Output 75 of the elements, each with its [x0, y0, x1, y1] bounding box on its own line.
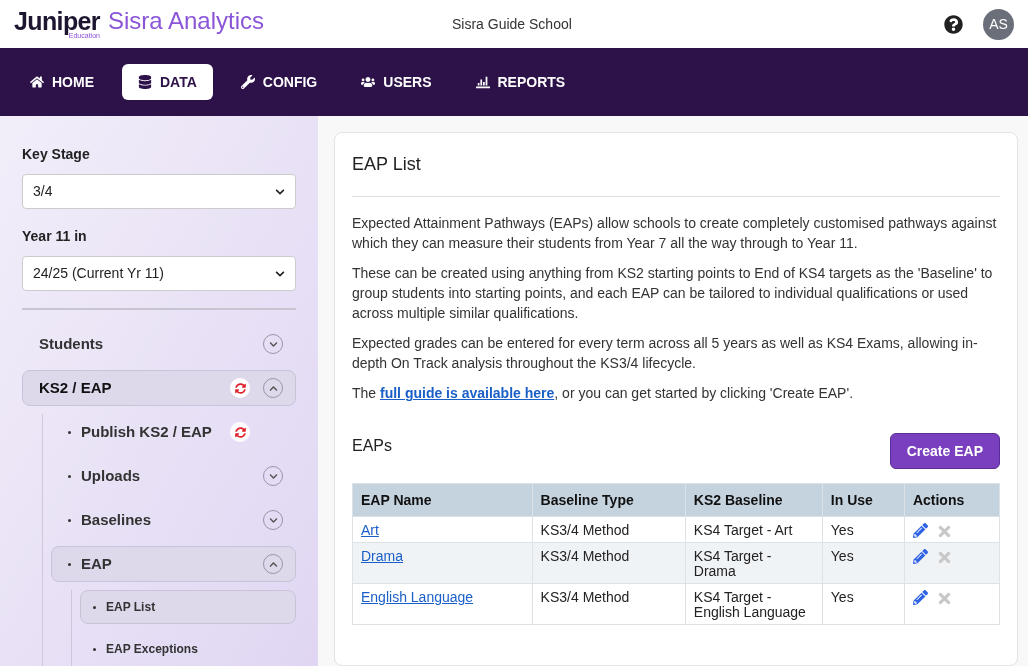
- table-cell: KS3/4 Method: [532, 516, 686, 543]
- section-title: EAPs: [352, 436, 392, 456]
- home-icon: [30, 75, 44, 89]
- eap-name-link[interactable]: English Language: [352, 583, 533, 625]
- sidebar-item-label: Uploads: [81, 465, 141, 486]
- column-header: EAP Name: [352, 483, 533, 517]
- edit-icon[interactable]: [912, 590, 928, 605]
- filter-label: Key Stage: [22, 145, 91, 164]
- bullet-icon: [93, 647, 96, 651]
- sidebar-item[interactable]: EAP List: [80, 590, 296, 624]
- table-cell: Yes: [822, 542, 905, 584]
- filter-select[interactable]: 3/4: [22, 174, 296, 209]
- dropdown-caret-icon: [275, 268, 285, 279]
- sidebar-item[interactable]: EAP Exceptions: [80, 632, 296, 666]
- eap-name-link[interactable]: Drama: [352, 542, 533, 584]
- paragraph: These can be created using anything from KS2 starting points to End of KS4 targets as the 'Baseline' to group students into starting points, and each EAP can be tailored to individual qualifications or used across multiple similar qualifications.: [352, 264, 994, 323]
- paragraph: Expected grades can be entered for every term across all 5 years as well as KS4 Exams, allowing in-depth On Track analysis throughout the KS3/4 lifecycle.: [352, 334, 979, 373]
- bullet-icon: [68, 518, 71, 522]
- help-icon[interactable]: [944, 14, 963, 34]
- paragraph: The full guide is available here, or you can get started by clicking 'Create EAP'.: [352, 384, 855, 403]
- page-title: EAP List: [352, 151, 1000, 197]
- column-header: In Use: [822, 483, 905, 517]
- bar-chart-icon: [475, 75, 490, 89]
- guide-link[interactable]: full guide is available here: [380, 385, 555, 401]
- table-cell: KS4 Target - English Language: [685, 583, 823, 625]
- sidebar-item-label: Students: [39, 333, 104, 354]
- select-value: 3/4: [33, 182, 53, 201]
- edit-icon[interactable]: [912, 523, 928, 538]
- nav-tab[interactable]: REPORTS: [459, 64, 582, 100]
- column-header: Actions: [904, 483, 1000, 517]
- edit-icon[interactable]: [912, 549, 928, 564]
- bullet-icon: [93, 605, 96, 609]
- sidebar-item[interactable]: Uploads: [51, 458, 296, 494]
- product-name: Sisra Analytics: [107, 9, 264, 33]
- sync-icon[interactable]: [230, 422, 250, 442]
- table-cell: KS3/4 Method: [532, 583, 686, 625]
- nav-tab[interactable]: USERS: [345, 64, 448, 100]
- sidebar-item[interactable]: EAP: [51, 546, 296, 582]
- database-icon: [138, 75, 152, 89]
- school-name: Sisra Guide School: [452, 14, 572, 34]
- bullet-icon: [68, 430, 71, 434]
- nav-tab[interactable]: HOME: [14, 64, 110, 100]
- paragraph: Expected Attainment Pathways (EAPs) allow schools to create completely customised pathways against which they can measure their students from Year 7 all the way through to Year 11.: [352, 214, 998, 253]
- dropdown-caret-icon: [275, 186, 285, 197]
- sync-icon[interactable]: [230, 378, 250, 398]
- nav-tab[interactable]: DATA: [122, 64, 213, 100]
- sidebar-item-label: EAP: [81, 553, 112, 574]
- create-eap-button[interactable]: Create EAP: [889, 433, 1000, 469]
- eap-name-link[interactable]: Art: [352, 516, 533, 543]
- sidebar-item-label: Publish KS2 / EAP: [81, 421, 212, 442]
- bullet-icon: [68, 562, 71, 566]
- user-avatar[interactable]: AS: [983, 8, 1014, 40]
- table-cell: KS3/4 Method: [532, 542, 686, 584]
- select-value: 24/25 (Current Yr 11): [33, 264, 164, 283]
- sidebar-item[interactable]: KS2 / EAP: [22, 370, 296, 406]
- column-header: Baseline Type: [532, 483, 686, 517]
- table-cell: KS4 Target - Drama: [685, 542, 823, 584]
- sidebar-item-label: KS2 / EAP: [39, 377, 112, 398]
- filter-select[interactable]: 24/25 (Current Yr 11): [22, 256, 296, 291]
- sidebar-item-label: Baselines: [81, 509, 152, 530]
- brand-logo: Juniper: [14, 9, 100, 34]
- table-cell: KS4 Target - Art: [685, 516, 823, 543]
- sidebar-item-label: EAP Exceptions: [106, 641, 198, 658]
- sidebar-item[interactable]: Baselines: [51, 502, 296, 538]
- sidebar-item-label: EAP List: [106, 599, 156, 616]
- users-icon: [361, 75, 376, 89]
- filter-label: Year 11 in: [22, 227, 88, 246]
- table-cell: Yes: [822, 516, 905, 543]
- table-cell: Yes: [822, 583, 905, 625]
- column-header: KS2 Baseline: [685, 483, 823, 517]
- sidebar-item[interactable]: Students: [22, 326, 296, 362]
- nav-tab[interactable]: CONFIG: [224, 64, 334, 100]
- sidebar-item[interactable]: Publish KS2 / EAP: [51, 414, 296, 450]
- bullet-icon: [68, 474, 71, 478]
- wrench-icon: [240, 75, 255, 89]
